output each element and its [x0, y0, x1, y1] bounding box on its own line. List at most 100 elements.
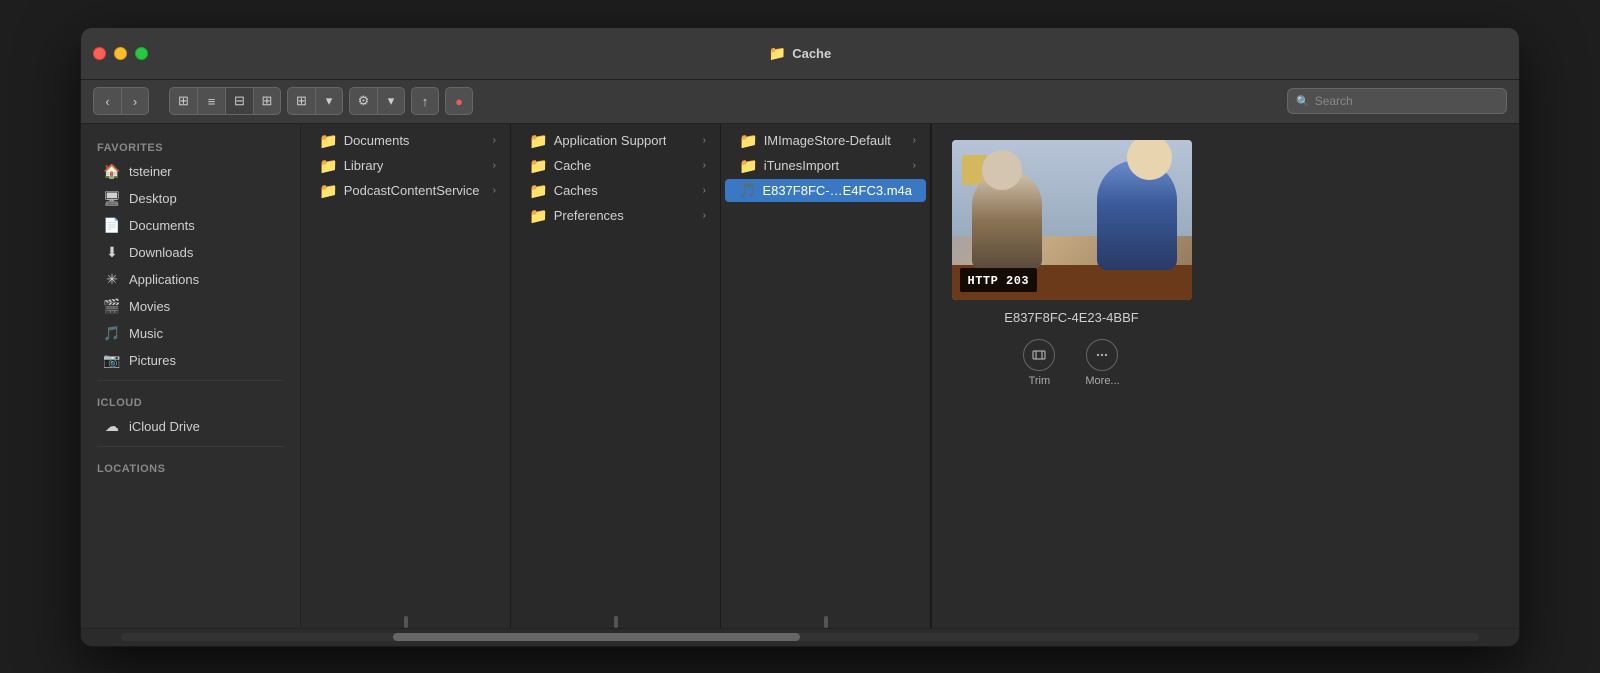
sidebar-item-label: Downloads	[129, 245, 193, 260]
col-item-name: Library	[344, 158, 384, 173]
chevron-right-icon: ›	[703, 185, 706, 196]
col-item-name: Application Support	[554, 133, 667, 148]
sidebar-item-desktop[interactable]: 🖥 Desktop	[87, 186, 294, 212]
sidebar-divider-2	[97, 446, 284, 447]
sidebar-item-documents[interactable]: 📄 Documents	[87, 213, 294, 239]
document-icon: 📄	[103, 217, 121, 235]
desktop-icon: 🖥	[103, 190, 121, 208]
back-button[interactable]: ‹	[93, 87, 121, 115]
view-column-button[interactable]: ⊟	[225, 87, 253, 115]
col3-item-itunesimport[interactable]: 📁 iTunesImport ›	[725, 154, 926, 178]
window-title: 📁 Cache	[769, 45, 831, 62]
pictures-icon: 📷	[103, 352, 121, 370]
view-icon-button[interactable]: ⊞	[169, 87, 197, 115]
col-item-name: E837F8FC-…E4FC3.m4a	[762, 183, 912, 198]
horizontal-scrolltrack[interactable]	[121, 633, 1479, 641]
col-resizer-1[interactable]	[404, 616, 408, 628]
folder-icon: 📁	[529, 132, 548, 150]
share-button[interactable]: ↑	[411, 87, 439, 115]
finder-window: 📁 Cache ‹ › ⊞ ≡ ⊟ ⊞ ⊞ ▾ ⚙ ▾ ↑	[80, 27, 1520, 647]
sidebar-item-icloud-drive[interactable]: ☁ iCloud Drive	[87, 414, 294, 440]
folder-icon: 📁	[319, 182, 338, 200]
sidebar-item-pictures[interactable]: 📷 Pictures	[87, 348, 294, 374]
minimize-button[interactable]	[114, 47, 127, 60]
trim-label: Trim	[1029, 375, 1051, 387]
column-2: 📁 Application Support › 📁 Cache › 📁 C	[511, 124, 721, 628]
sidebar-item-label: Applications	[129, 272, 199, 287]
icloud-label: iCloud	[81, 387, 300, 413]
head-left	[982, 150, 1022, 190]
thumbnail-bg: HTTP 203	[952, 140, 1192, 300]
columns-area: 📁 Documents › 📁 Library › 📁 PodcastCo	[301, 124, 1519, 628]
chevron-right-icon: ›	[493, 160, 496, 171]
folder-icon: 📁	[529, 207, 548, 225]
col-resizer-2[interactable]	[614, 616, 618, 628]
sidebar-item-music[interactable]: 🎵 Music	[87, 321, 294, 347]
sidebar-item-label: Desktop	[129, 191, 177, 206]
folder-icon: 📁	[529, 182, 548, 200]
file-icon: 🎵	[739, 182, 756, 199]
folder-icon: 📁	[319, 157, 338, 175]
col1-item-library[interactable]: 📁 Library ›	[305, 154, 506, 178]
chevron-right-icon: ›	[703, 135, 706, 146]
col1-item-documents[interactable]: 📁 Documents ›	[305, 129, 506, 153]
folder-icon: 📁	[739, 157, 758, 175]
trim-icon	[1023, 339, 1055, 371]
search-box: 🔍	[1287, 88, 1507, 114]
forward-button[interactable]: ›	[121, 87, 149, 115]
trim-action[interactable]: Trim	[1023, 339, 1055, 387]
view-option-button[interactable]: ⊞	[287, 87, 315, 115]
http-label-overlay: HTTP 203	[960, 268, 1038, 292]
horizontal-scrollthumb[interactable]	[393, 633, 800, 641]
view-gallery-button[interactable]: ⊞	[253, 87, 281, 115]
downloads-icon: ⬇	[103, 244, 121, 262]
view-list-button[interactable]: ≡	[197, 87, 225, 115]
close-button[interactable]	[93, 47, 106, 60]
search-icon: 🔍	[1296, 95, 1310, 108]
preview-actions: Trim More...	[1023, 339, 1119, 387]
forward-icon: ›	[133, 94, 137, 109]
search-input[interactable]	[1315, 94, 1498, 108]
col3-item-e837file[interactable]: 🎵 E837F8FC-…E4FC3.m4a	[725, 179, 926, 202]
content-area: Favorites 🏠 tsteiner 🖥 Desktop 📄 Documen…	[81, 124, 1519, 628]
back-icon: ‹	[105, 94, 109, 109]
tag-button[interactable]: ●	[445, 87, 473, 115]
favorites-label: Favorites	[81, 132, 300, 158]
sidebar-item-label: Music	[129, 326, 163, 341]
chevron-right-icon: ›	[703, 160, 706, 171]
view-dropdown: ⊞ ▾	[287, 87, 343, 115]
chevron-right-icon: ›	[493, 135, 496, 146]
action-gear-button[interactable]: ⚙	[349, 87, 377, 115]
sidebar-item-applications[interactable]: ✳ Applications	[87, 267, 294, 293]
folder-icon: 📁	[739, 132, 758, 150]
col2-item-cache[interactable]: 📁 Cache ›	[515, 154, 716, 178]
sidebar-item-downloads[interactable]: ⬇ Downloads	[87, 240, 294, 266]
traffic-lights	[93, 47, 148, 60]
col-resizer-3[interactable]	[824, 616, 828, 628]
chevron-right-icon: ›	[913, 135, 916, 146]
column-3: 📁 IMImageStore-Default › 📁 iTunesImport …	[721, 124, 931, 628]
action-gear-arrow[interactable]: ▾	[377, 87, 405, 115]
more-action[interactable]: More...	[1085, 339, 1119, 387]
col2-item-caches[interactable]: 📁 Caches ›	[515, 179, 716, 203]
col-item-name: Preferences	[554, 208, 624, 223]
preview-panel: HTTP 203 E837F8FC-4E23-4BBF	[931, 124, 1211, 628]
col-item-name: iTunesImport	[764, 158, 839, 173]
sidebar-item-tsteiner[interactable]: 🏠 tsteiner	[87, 159, 294, 185]
sidebar-item-movies[interactable]: 🎬 Movies	[87, 294, 294, 320]
col2-item-preferences[interactable]: 📁 Preferences ›	[515, 204, 716, 228]
col-item-name: IMImageStore-Default	[764, 133, 891, 148]
col2-item-app-support[interactable]: 📁 Application Support ›	[515, 129, 716, 153]
col3-item-imagestore[interactable]: 📁 IMImageStore-Default ›	[725, 129, 926, 153]
icloud-icon: ☁	[103, 418, 121, 436]
maximize-button[interactable]	[135, 47, 148, 60]
folder-icon: 📁	[319, 132, 338, 150]
col1-item-podcast[interactable]: 📁 PodcastContentService ›	[305, 179, 506, 203]
view-buttons: ⊞ ≡ ⊟ ⊞	[169, 87, 281, 115]
more-icon	[1086, 339, 1118, 371]
locations-label: Locations	[81, 453, 300, 479]
chevron-right-icon: ›	[703, 210, 706, 221]
sidebar-item-label: iCloud Drive	[129, 419, 200, 434]
applications-icon: ✳	[103, 271, 121, 289]
view-option-arrow[interactable]: ▾	[315, 87, 343, 115]
